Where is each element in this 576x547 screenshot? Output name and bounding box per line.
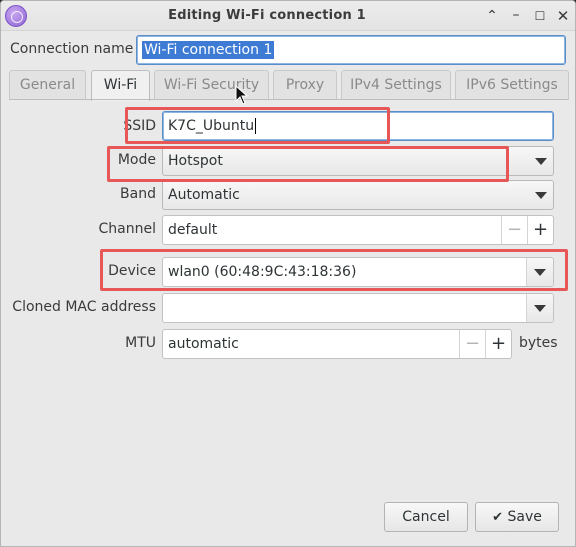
mouse-cursor-icon — [235, 85, 249, 105]
cancel-button[interactable]: Cancel — [384, 502, 468, 532]
mode-highlight-box — [107, 146, 509, 182]
channel-label: Channel — [98, 221, 156, 237]
save-button[interactable]: ✔ Save — [475, 502, 559, 532]
tab-proxy[interactable]: Proxy — [273, 70, 337, 100]
channel-value: default — [168, 222, 218, 238]
mtu-unit-label: bytes — [519, 335, 558, 351]
cloned-mac-label: Cloned MAC address — [12, 299, 156, 315]
decrement-icon[interactable]: − — [459, 330, 485, 358]
device-highlight-box — [100, 249, 568, 291]
settings-tabs: General Wi-Fi Wi-Fi Security Proxy IPv4 … — [9, 70, 569, 101]
increment-icon[interactable]: + — [485, 330, 511, 358]
mtu-label: MTU — [125, 335, 156, 351]
connection-name-label: Connection name — [10, 41, 134, 57]
mtu-value: automatic — [168, 336, 239, 352]
title-bar[interactable]: Editing Wi-Fi connection 1 ⌃ – ☐ ✕ — [1, 1, 575, 31]
chevron-down-icon[interactable] — [527, 147, 553, 175]
band-label: Band — [120, 186, 156, 202]
tab-panel-border — [9, 99, 569, 100]
maximize-icon[interactable]: ☐ — [531, 7, 549, 25]
save-button-label: Save — [507, 509, 542, 525]
band-dropdown[interactable]: Automatic — [162, 180, 554, 210]
channel-spinbox[interactable]: default − + — [162, 215, 554, 245]
decrement-icon[interactable]: − — [501, 216, 527, 244]
chevron-down-icon[interactable] — [527, 294, 553, 322]
cloned-mac-combo[interactable] — [162, 293, 554, 323]
ssid-highlight-box — [125, 107, 390, 144]
tab-ipv6-settings[interactable]: IPv6 Settings — [455, 70, 569, 100]
window-title: Editing Wi-Fi connection 1 — [168, 8, 366, 23]
editing-connection-window: Editing Wi-Fi connection 1 ⌃ – ☐ ✕ Conne… — [0, 0, 576, 547]
chevron-up-icon[interactable]: ⌃ — [483, 7, 501, 25]
tab-general[interactable]: General — [9, 70, 86, 100]
tab-wifi[interactable]: Wi-Fi — [91, 70, 150, 101]
connection-name-input[interactable]: Wi-Fi connection 1 — [136, 35, 566, 65]
connection-name-value: Wi-Fi connection 1 — [142, 41, 275, 59]
increment-icon[interactable]: + — [527, 216, 553, 244]
tab-ipv4-settings[interactable]: IPv4 Settings — [341, 70, 451, 100]
network-app-icon — [5, 5, 27, 27]
chevron-down-icon[interactable] — [527, 181, 553, 209]
tab-wifi-security[interactable]: Wi-Fi Security — [154, 70, 269, 100]
minimize-icon[interactable]: – — [507, 6, 525, 24]
band-selected-value: Automatic — [168, 187, 240, 203]
mtu-spinbox[interactable]: automatic − + — [162, 329, 512, 359]
close-icon[interactable]: ✕ — [554, 7, 572, 25]
checkmark-icon: ✔ — [492, 510, 504, 525]
